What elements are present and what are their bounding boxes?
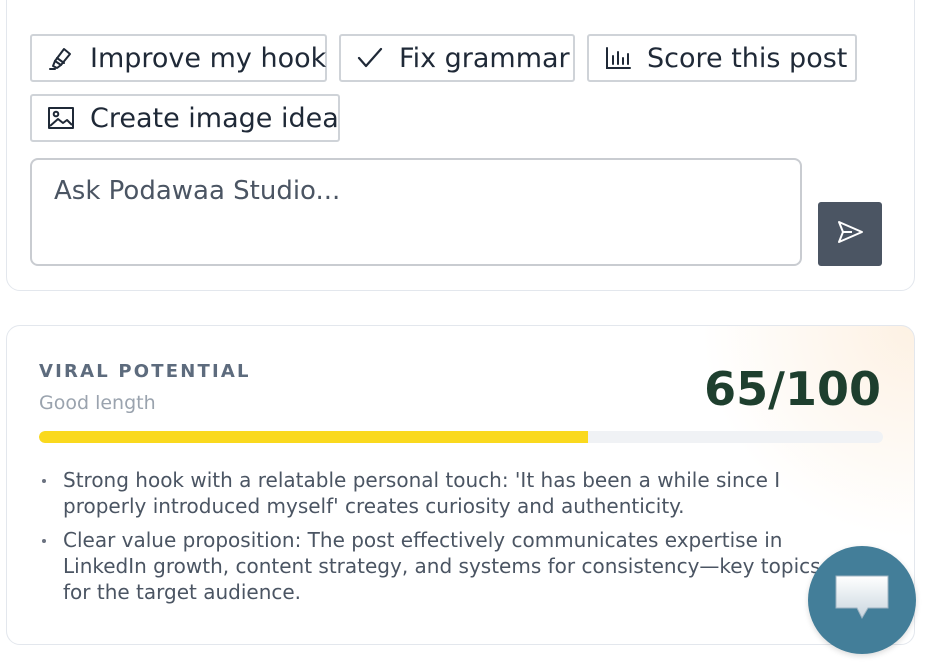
highlighter-icon <box>46 43 76 73</box>
send-icon <box>835 217 865 251</box>
ask-input-placeholder: Ask Podawaa Studio... <box>54 176 341 206</box>
score-progress-bar <box>39 431 883 443</box>
bar-chart-icon <box>603 43 633 73</box>
improve-hook-label: Improve my hook <box>90 42 327 74</box>
ask-input[interactable]: Ask Podawaa Studio... <box>30 158 802 266</box>
list-item: Strong hook with a relatable personal to… <box>39 467 829 519</box>
fix-grammar-label: Fix grammar <box>399 42 570 74</box>
viral-potential-subtitle: Good length <box>39 392 156 414</box>
create-image-idea-button[interactable]: Create image idea <box>30 94 340 142</box>
create-image-idea-label: Create image idea <box>90 102 339 134</box>
fix-grammar-button[interactable]: Fix grammar <box>339 34 575 82</box>
image-icon <box>46 103 76 133</box>
score-post-label: Score this post <box>647 42 848 74</box>
viral-score: 65/100 <box>704 362 881 416</box>
list-item: Clear value proposition: The post effect… <box>39 527 829 605</box>
check-icon <box>355 43 385 73</box>
improve-hook-button[interactable]: Improve my hook <box>30 34 327 82</box>
score-post-button[interactable]: Score this post <box>587 34 857 82</box>
feedback-list: Strong hook with a relatable personal to… <box>39 467 829 613</box>
chat-launcher-button[interactable] <box>808 546 916 654</box>
chat-bubble-icon <box>830 570 894 630</box>
viral-potential-label: VIRAL POTENTIAL <box>39 361 251 382</box>
send-button[interactable] <box>818 202 882 266</box>
score-progress-fill <box>39 431 588 443</box>
viral-potential-card: VIRAL POTENTIAL Good length 65/100 Stron… <box>6 325 915 645</box>
